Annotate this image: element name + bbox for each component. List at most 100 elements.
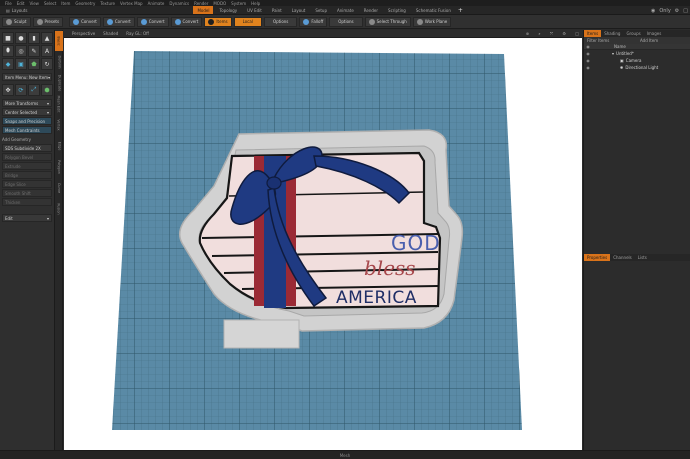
menu-item-animate[interactable]: Animate xyxy=(148,1,165,6)
menu-item-dynamics[interactable]: Dynamics xyxy=(169,1,189,6)
tab-paint[interactable]: Paint xyxy=(268,6,286,14)
tab-shading[interactable]: Shading xyxy=(601,30,623,37)
transform-icon[interactable]: ⬢ xyxy=(41,84,53,96)
convert-polygon-button[interactable]: Convert xyxy=(136,16,169,27)
layouts-switcher[interactable]: ▤ Layouts xyxy=(2,6,31,14)
vtab-vertex[interactable]: Vertex xyxy=(55,115,63,135)
tab-animate[interactable]: Animate xyxy=(333,6,358,14)
menu-item-file[interactable]: File xyxy=(5,1,12,6)
item-menu-dropdown[interactable]: Item Menu: New Item ▾ xyxy=(2,73,52,81)
vtab-edge[interactable]: Edge xyxy=(55,136,63,156)
add-item-button[interactable]: Add Item xyxy=(637,38,690,43)
tab-items[interactable]: Items xyxy=(584,30,602,37)
tab-scripting[interactable]: Scripting xyxy=(384,6,410,14)
vtab-polygon[interactable]: Polygon xyxy=(55,157,63,177)
zoom-icon[interactable]: ⤧ xyxy=(550,31,553,36)
extrude-icon[interactable]: ▣ xyxy=(15,58,27,70)
bevel-icon[interactable]: ◆ xyxy=(2,58,14,70)
smooth-shift-button[interactable]: Smooth Shift xyxy=(2,189,52,197)
more-transforms-dropdown[interactable]: More Transforms ▾ xyxy=(2,99,52,107)
fit-icon[interactable]: ⊕ xyxy=(526,31,529,36)
search-icon[interactable]: ⌕ xyxy=(538,31,540,36)
gear-icon[interactable]: ⚙ xyxy=(675,8,679,14)
edit-dropdown[interactable]: Edit ▾ xyxy=(2,214,52,222)
vtab-curve[interactable]: Curve xyxy=(55,178,63,198)
falloff-button[interactable]: Falloff xyxy=(299,16,328,27)
move-icon[interactable]: ✥ xyxy=(2,84,14,96)
vtab-fusion[interactable]: Fusion xyxy=(55,199,63,219)
sculpt-button[interactable]: Sculpt xyxy=(2,16,31,27)
menu-item-render[interactable]: Render xyxy=(194,1,208,6)
filter-items-dropdown[interactable]: Filter Items xyxy=(584,38,637,43)
gear-icon[interactable]: ⚙ xyxy=(562,31,566,36)
tab-lists[interactable]: Lists xyxy=(635,254,650,261)
menu-item-edit[interactable]: Edit xyxy=(17,1,25,6)
items-mode-button[interactable]: Items xyxy=(204,16,232,27)
capsule-icon[interactable]: ⬮ xyxy=(2,45,14,57)
convert-edge-button[interactable]: Convert xyxy=(102,16,135,27)
sphere-icon[interactable]: ● xyxy=(15,32,27,44)
text-icon[interactable]: A xyxy=(41,45,53,57)
view-shading-dropdown[interactable]: Shaded xyxy=(103,31,118,36)
add-tab-button[interactable]: + xyxy=(458,7,463,14)
center-selected-dropdown[interactable]: Center Selected ▾ xyxy=(2,108,52,116)
scale-icon[interactable]: ⤢ xyxy=(28,84,40,96)
3d-viewport[interactable]: GOD bless AMERICA xyxy=(64,38,582,450)
thicken-button[interactable]: Thicken xyxy=(2,198,52,206)
cylinder-icon[interactable]: ▮ xyxy=(28,32,40,44)
tab-schematic-fusion[interactable]: Schematic Fusion xyxy=(412,6,455,14)
options-button-2[interactable]: Options xyxy=(329,16,363,27)
eye-icon[interactable]: ◉ xyxy=(651,8,655,14)
eye-icon[interactable]: ◉ xyxy=(584,58,592,63)
tab-properties[interactable]: Properties xyxy=(584,254,611,261)
view-projection-dropdown[interactable]: Perspective xyxy=(72,31,95,36)
torus-icon[interactable]: ◎ xyxy=(15,45,27,57)
snaps-precision-button[interactable]: Snaps and Precision xyxy=(2,117,52,125)
tab-setup[interactable]: Setup xyxy=(311,6,331,14)
tab-render[interactable]: Render xyxy=(360,6,382,14)
tab-topology[interactable]: Topology xyxy=(215,6,241,14)
menu-item-system[interactable]: System xyxy=(231,1,246,6)
tab-layout[interactable]: Layout xyxy=(288,6,310,14)
presets-button[interactable]: Presets xyxy=(32,16,64,27)
local-button[interactable]: Local xyxy=(233,16,262,27)
maximize-icon[interactable]: □ xyxy=(683,8,688,14)
vtab-mesh-edit[interactable]: Mesh Edit xyxy=(55,94,63,114)
only-toggle[interactable]: Only xyxy=(659,8,670,14)
menu-item-select[interactable]: Select xyxy=(44,1,56,6)
options-button[interactable]: Options xyxy=(263,16,298,27)
vtab-duplicate[interactable]: Duplicate xyxy=(55,73,63,93)
tab-uv-edit[interactable]: UV Edit xyxy=(243,6,266,14)
maximize-icon[interactable]: □ xyxy=(575,31,579,36)
edge-slice-button[interactable]: Edge Slice xyxy=(2,180,52,188)
add-geometry-header[interactable]: Add Geometry xyxy=(2,136,52,143)
tab-groups[interactable]: Groups xyxy=(623,30,643,37)
work-plane-button[interactable]: Work Plane xyxy=(412,16,452,27)
tab-model[interactable]: Model xyxy=(193,6,214,14)
view-raygl-dropdown[interactable]: Ray GL: Off xyxy=(126,31,149,36)
eye-icon[interactable]: ◉ xyxy=(584,51,592,56)
menu-item-modo[interactable]: MODO xyxy=(213,1,226,6)
menu-item-view[interactable]: View xyxy=(29,1,39,6)
convert-material-button[interactable]: Convert xyxy=(170,16,203,27)
cube-icon[interactable]: ■ xyxy=(2,32,14,44)
menu-item-item[interactable]: Item xyxy=(61,1,70,6)
convert-vertex-button[interactable]: Convert xyxy=(69,16,101,27)
rotate-icon[interactable]: ⟳ xyxy=(15,84,27,96)
menu-item-geometry[interactable]: Geometry xyxy=(75,1,95,6)
loop-icon[interactable]: ↻ xyxy=(41,58,53,70)
menu-item-help[interactable]: Help xyxy=(251,1,260,6)
select-through-button[interactable]: Select Through xyxy=(364,16,411,27)
sds-subdivide-button[interactable]: SDS Subdivide 2X xyxy=(2,144,52,152)
shield-icon[interactable]: ⬟ xyxy=(28,58,40,70)
menu-item-texture[interactable]: Texture xyxy=(100,1,115,6)
vtab-deform[interactable]: Deform xyxy=(55,52,63,72)
tab-channels[interactable]: Channels xyxy=(610,254,635,261)
extrude-button[interactable]: Extrude xyxy=(2,162,52,170)
mesh-constraints-button[interactable]: Mesh Constraints xyxy=(2,126,52,134)
scene-item-camera[interactable]: ◉ ▣ Camera xyxy=(584,57,690,64)
menu-item-vertex-map[interactable]: Vertex Map xyxy=(120,1,143,6)
polygon-bevel-button[interactable]: Polygon Bevel xyxy=(2,153,52,161)
tab-images[interactable]: Images xyxy=(644,30,665,37)
pen-icon[interactable]: ✎ xyxy=(28,45,40,57)
